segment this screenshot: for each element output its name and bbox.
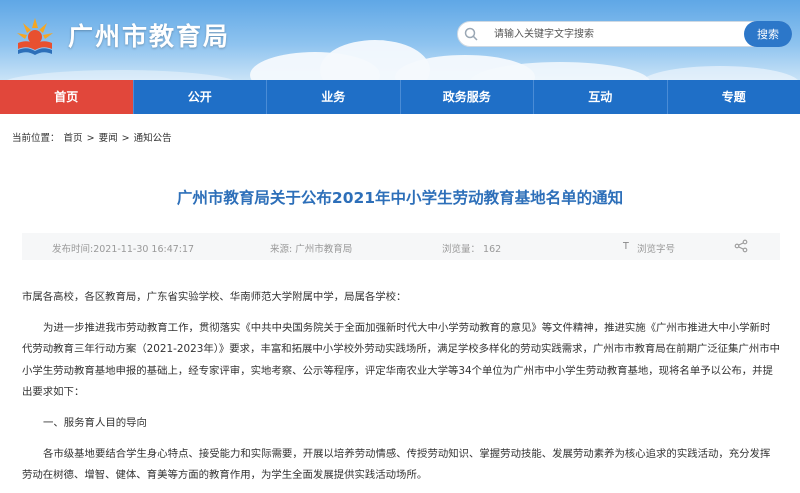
search-button[interactable]: 搜索 bbox=[744, 21, 792, 47]
nav-item-topics[interactable]: 专题 bbox=[668, 80, 800, 114]
font-size-icon[interactable]: T bbox=[623, 241, 629, 252]
share-icon[interactable] bbox=[734, 239, 748, 253]
nav-item-government-services[interactable]: 政务服务 bbox=[401, 80, 534, 114]
font-size-toggle[interactable]: 浏览字号 bbox=[637, 241, 675, 255]
article-title: 广州市教育局关于公布2021年中小学生劳动教育基地名单的通知 bbox=[176, 189, 624, 207]
nav-item-interaction[interactable]: 互动 bbox=[534, 80, 668, 114]
breadcrumb: 当前位置： 首页 > 要闻 > 通知公告 bbox=[12, 130, 173, 144]
search-input[interactable] bbox=[494, 25, 724, 43]
view-count: 浏览量： 162 bbox=[442, 244, 502, 255]
nav-item-home[interactable]: 首页 bbox=[0, 80, 134, 114]
header-banner: 广州市教育局 搜索 bbox=[0, 0, 800, 80]
breadcrumb-item-home[interactable]: 首页 bbox=[64, 133, 83, 144]
nav-item-public[interactable]: 公开 bbox=[134, 80, 267, 114]
publish-time: 发布时间:2021-11-30 16:47:17 bbox=[52, 244, 195, 255]
breadcrumb-separator: > bbox=[121, 133, 130, 144]
article-source: 来源: 广州市教育局 bbox=[270, 244, 353, 255]
section-heading: 一、服务育人目的导向 bbox=[43, 417, 147, 430]
site-title[interactable]: 广州市教育局 bbox=[68, 17, 230, 53]
salutation-paragraph: 市属各高校，各区教育局，广东省实验学校、华南师范大学附属中学，局属各学校： bbox=[22, 291, 407, 303]
breadcrumb-item-notices[interactable]: 通知公告 bbox=[134, 133, 172, 144]
cloud-decoration bbox=[0, 70, 240, 80]
section-paragraph: 各市级基地要结合学生身心特点、接受能力和实际需要，开展以培养劳动情感、传授劳动知… bbox=[22, 448, 771, 482]
article-meta-bar: 发布时间:2021-11-30 16:47:17 来源: 广州市教育局 浏览量：… bbox=[22, 233, 780, 260]
education-bureau-logo[interactable] bbox=[12, 12, 58, 58]
main-nav: 首页 公开 业务 政务服务 互动 专题 bbox=[0, 80, 800, 114]
search-icon bbox=[464, 27, 478, 41]
breadcrumb-item-news[interactable]: 要闻 bbox=[99, 133, 118, 144]
intro-paragraph: 为进一步推进我市劳动教育工作，贯彻落实《中共中央国务院关于全面加强新时代大中小学… bbox=[22, 322, 780, 398]
breadcrumb-prefix: 当前位置： bbox=[12, 133, 60, 144]
nav-item-business[interactable]: 业务 bbox=[267, 80, 401, 114]
cloud-decoration bbox=[640, 66, 800, 80]
breadcrumb-separator: > bbox=[86, 133, 95, 144]
article-content: 市属各高校，各区教育局，广东省实验学校、华南师范大学附属中学，局属各学校： 为进… bbox=[22, 287, 780, 487]
search-box: 搜索 bbox=[457, 21, 792, 47]
